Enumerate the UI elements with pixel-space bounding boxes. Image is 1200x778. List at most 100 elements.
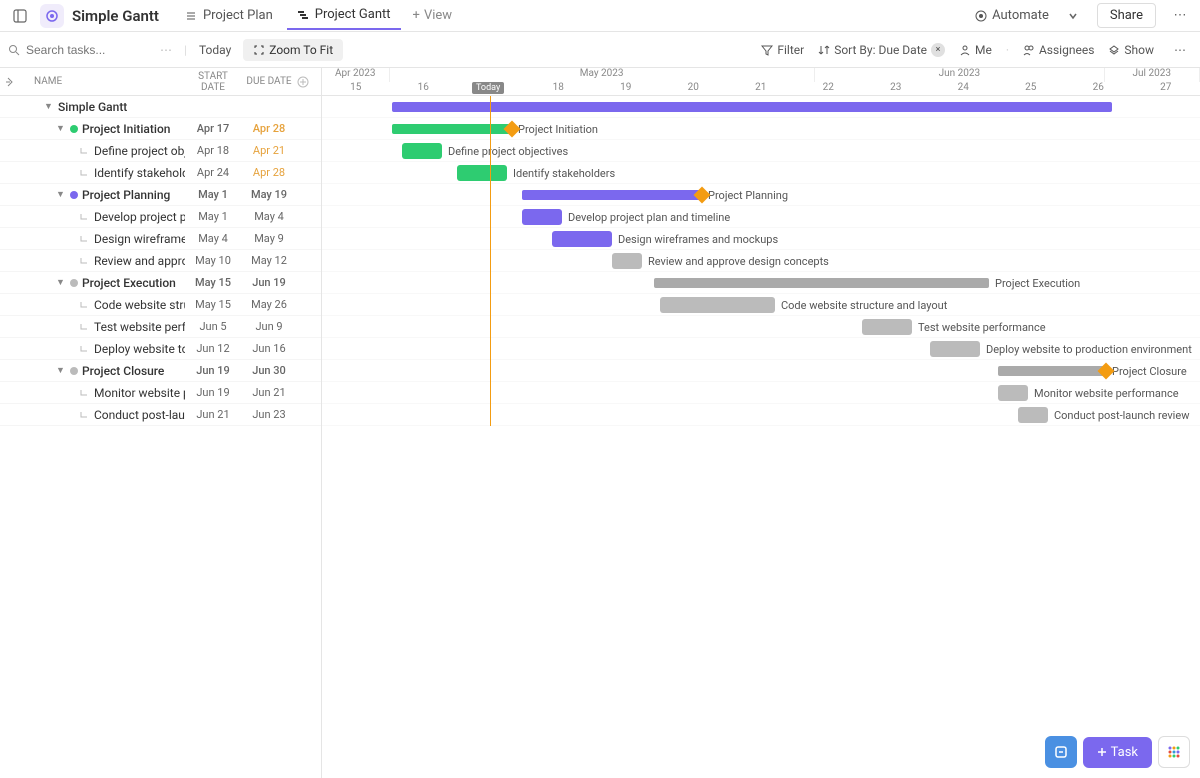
task-row[interactable]: Test website performanceJun 5Jun 9 [0,316,321,338]
task-group-row[interactable]: ▼Project ExecutionMay 15Jun 19 [0,272,321,294]
task-due-date[interactable]: Jun 21 [241,386,297,399]
automate-button[interactable]: Automate [974,8,1049,23]
task-group-row[interactable]: ▼Project PlanningMay 1May 19 [0,184,321,206]
assignees-button[interactable]: Assignees [1023,43,1094,57]
task-start-date[interactable]: May 15 [185,298,241,311]
task-due-date[interactable]: Jun 9 [241,320,297,333]
task-due-date[interactable]: Jun 23 [241,408,297,421]
subtask-icon [78,233,90,245]
task-due-date[interactable]: May 9 [241,232,297,245]
status-dot [70,279,78,287]
column-start-header[interactable]: Start Date [185,71,241,93]
task-group-row[interactable]: ▼Project ClosureJun 19Jun 30 [0,360,321,382]
show-button[interactable]: Show [1108,43,1154,57]
task-group-row[interactable]: ▼Project InitiationApr 17Apr 28 [0,118,321,140]
space-icon[interactable] [40,4,64,28]
quick-action-button[interactable] [1045,736,1077,768]
task-due-date[interactable]: May 26 [241,298,297,311]
task-due-date[interactable]: Jun 30 [241,364,297,377]
task-due-date[interactable]: Apr 28 [241,166,297,179]
task-due-date[interactable]: May 4 [241,210,297,223]
gantt-bar[interactable]: Review and approve design concepts [612,253,642,269]
caret-down-icon[interactable]: ▼ [44,101,54,112]
gantt-bar[interactable]: Project Initiation [392,124,512,134]
gantt-bar[interactable]: Test website performance [862,319,912,335]
gantt-bar[interactable]: Monitor website performance [998,385,1028,401]
task-due-date[interactable]: May 19 [241,188,297,201]
gantt-bar[interactable]: Conduct post-launch review [1018,407,1048,423]
task-group-row[interactable]: ▼Simple Gantt [0,96,321,118]
gantt-bar[interactable] [392,102,1112,112]
zoom-to-fit-button[interactable]: Zoom To Fit [243,39,343,61]
chevron-down-icon[interactable] [1061,4,1085,28]
sidebar-toggle-icon[interactable] [8,4,32,28]
task-start-date[interactable]: May 10 [185,254,241,267]
task-row[interactable]: Code website structure and layoutMay 15M… [0,294,321,316]
add-column-icon[interactable] [297,76,321,88]
task-start-date[interactable]: May 1 [185,188,241,201]
gantt-bar[interactable]: Project Closure [998,366,1106,376]
expand-all-icon[interactable] [0,77,20,87]
gantt-bar[interactable]: Identify stakeholders [457,165,507,181]
share-button[interactable]: Share [1097,3,1156,28]
subtask-icon [78,211,90,223]
gantt-bar[interactable]: Design wireframes and mockups [552,231,612,247]
task-start-date[interactable]: Jun 5 [185,320,241,333]
filter-button[interactable]: Filter [761,43,804,57]
task-due-date[interactable]: Apr 21 [241,144,297,157]
status-dot [70,191,78,199]
subtask-icon [78,387,90,399]
toolbar-more-icon[interactable]: ⋯ [1168,38,1192,62]
caret-down-icon[interactable]: ▼ [56,365,66,376]
gantt-bar[interactable]: Develop project plan and timeline [522,209,562,225]
task-start-date[interactable]: Apr 18 [185,144,241,157]
task-row[interactable]: Define project objectivesApr 18Apr 21 [0,140,321,162]
task-start-date[interactable]: May 1 [185,210,241,223]
task-start-date[interactable]: May 15 [185,276,241,289]
task-row[interactable]: Monitor website performanceJun 19Jun 21 [0,382,321,404]
new-task-button[interactable]: Task [1083,737,1152,768]
task-start-date[interactable]: May 4 [185,232,241,245]
gantt-bar[interactable]: Project Planning [522,190,702,200]
more-icon[interactable]: ⋯ [1168,4,1192,28]
task-due-date[interactable]: May 12 [241,254,297,267]
apps-button[interactable] [1158,736,1190,768]
tab-project-gantt[interactable]: Project Gantt [287,1,401,30]
sort-icon [818,44,830,56]
column-name-header[interactable]: NAME [20,76,185,87]
task-start-date[interactable]: Apr 17 [185,122,241,135]
task-row[interactable]: Conduct post-launch reviewJun 21Jun 23 [0,404,321,426]
task-start-date[interactable]: Jun 12 [185,342,241,355]
task-row[interactable]: Identify stakeholdersApr 24Apr 28 [0,162,321,184]
column-due-header[interactable]: Due Date [241,76,297,87]
task-start-date[interactable]: Jun 19 [185,386,241,399]
task-row[interactable]: Review and approve design conceptsMay 10… [0,250,321,272]
today-button[interactable]: Today [199,43,231,57]
caret-down-icon[interactable]: ▼ [56,277,66,288]
add-view-button[interactable]: + View [405,1,461,30]
caret-down-icon[interactable]: ▼ [56,123,66,134]
sort-clear-icon[interactable]: × [931,43,945,57]
sort-button[interactable]: Sort By: Due Date × [818,43,945,57]
search-more-icon[interactable]: ⋯ [160,43,172,57]
gantt-bar-label: Project Planning [708,189,788,202]
gantt-bar[interactable]: Define project objectives [402,143,442,159]
task-due-date[interactable]: Jun 16 [241,342,297,355]
gantt-bar[interactable]: Project Execution [654,278,989,288]
task-row[interactable]: Deploy website to production environment… [0,338,321,360]
caret-down-icon[interactable]: ▼ [56,189,66,200]
day-header: 21 [727,82,795,96]
task-start-date[interactable]: Jun 21 [185,408,241,421]
task-row[interactable]: Design wireframes and mockupsMay 4May 9 [0,228,321,250]
task-row[interactable]: Develop project plan and timelineMay 1Ma… [0,206,321,228]
search-input[interactable] [26,43,126,57]
task-start-date[interactable]: Apr 24 [185,166,241,179]
me-button[interactable]: Me [959,43,992,57]
task-due-date[interactable]: Jun 19 [241,276,297,289]
task-due-date[interactable]: Apr 28 [241,122,297,135]
day-header: 22 [795,82,863,96]
task-start-date[interactable]: Jun 19 [185,364,241,377]
tab-project-plan[interactable]: Project Plan [175,1,283,30]
gantt-bar[interactable]: Deploy website to production environment [930,341,980,357]
gantt-bar[interactable]: Code website structure and layout [660,297,775,313]
